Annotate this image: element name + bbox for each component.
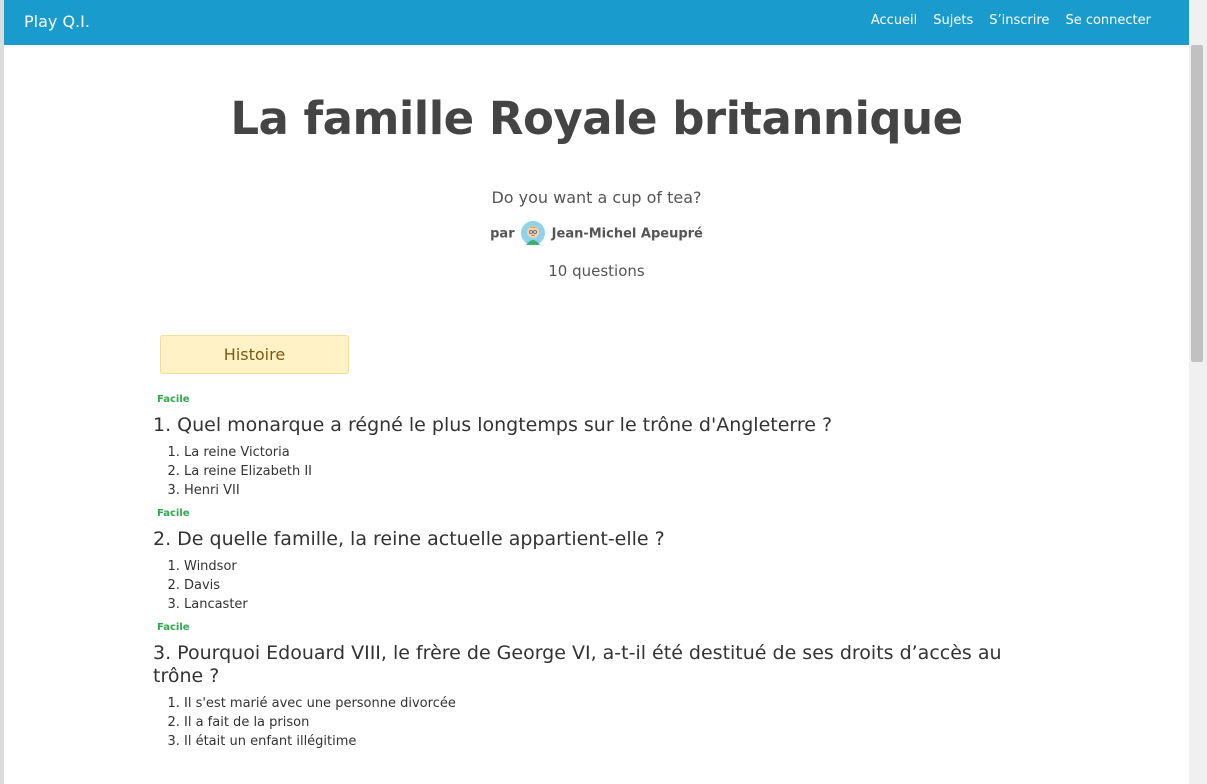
question-item: Facile 3. Pourquoi Edouard VIII, le frèr… [153,622,1033,751]
nav-link-accueil[interactable]: Accueil [871,13,917,28]
answer-item: Lancaster [184,595,1033,614]
author-line: par Jean-Michel Apeupré [4,221,1189,246]
answer-item: La reine Elizabeth II [184,462,1033,481]
answer-list: La reine Victoria La reine Elizabeth II … [153,443,1033,500]
answer-item: Henri VII [184,481,1033,500]
quiz-subtitle: Do you want a cup of tea? [491,188,702,207]
browser-viewport: Play Q.I. Accueil Sujets S’inscrire Se c… [4,0,1189,784]
author-prefix: par [490,226,515,242]
nav-links: Accueil Sujets S’inscrire Se connecter [871,13,1151,28]
nav-link-inscrire[interactable]: S’inscrire [989,13,1049,28]
quiz-title: La famille Royale britannique [230,92,963,145]
nav-link-connecter[interactable]: Se connecter [1065,13,1151,28]
difficulty-label: Facile [157,394,190,405]
answer-item: Il s'est marié avec une personne divorcé… [184,694,1033,713]
top-navbar: Play Q.I. Accueil Sujets S’inscrire Se c… [4,0,1189,45]
question-list: Facile 1. Quel monarque a régné le plus … [153,394,1033,759]
answer-list: Il s'est marié avec une personne divorcé… [153,694,1033,751]
scrollbar-thumb[interactable] [1191,45,1203,362]
question-count: 10 questions [548,262,645,280]
category-badge[interactable]: Histoire [160,335,349,374]
answer-item: Davis [184,576,1033,595]
author-name[interactable]: Jean-Michel Apeupré [552,227,703,242]
question-item: Facile 1. Quel monarque a régné le plus … [153,394,1033,500]
question-item: Facile 2. De quelle famille, la reine ac… [153,508,1033,614]
difficulty-label: Facile [157,622,190,633]
question-title: 1. Quel monarque a régné le plus longtem… [153,414,833,436]
nav-link-sujets[interactable]: Sujets [933,13,973,28]
answer-item: Windsor [184,557,1033,576]
answer-list: Windsor Davis Lancaster [153,557,1033,614]
avatar[interactable] [521,221,546,245]
brand-logo[interactable]: Play Q.I. [24,12,90,31]
question-title: 2. De quelle famille, la reine actuelle … [153,528,665,550]
question-title: 3. Pourquoi Edouard VIII, le frère de Ge… [153,642,1002,687]
answer-item: Il a fait de la prison [184,713,1033,732]
answer-item: Il était un enfant illégitime [184,732,1033,751]
answer-item: La reine Victoria [184,443,1033,462]
difficulty-label: Facile [157,508,190,519]
